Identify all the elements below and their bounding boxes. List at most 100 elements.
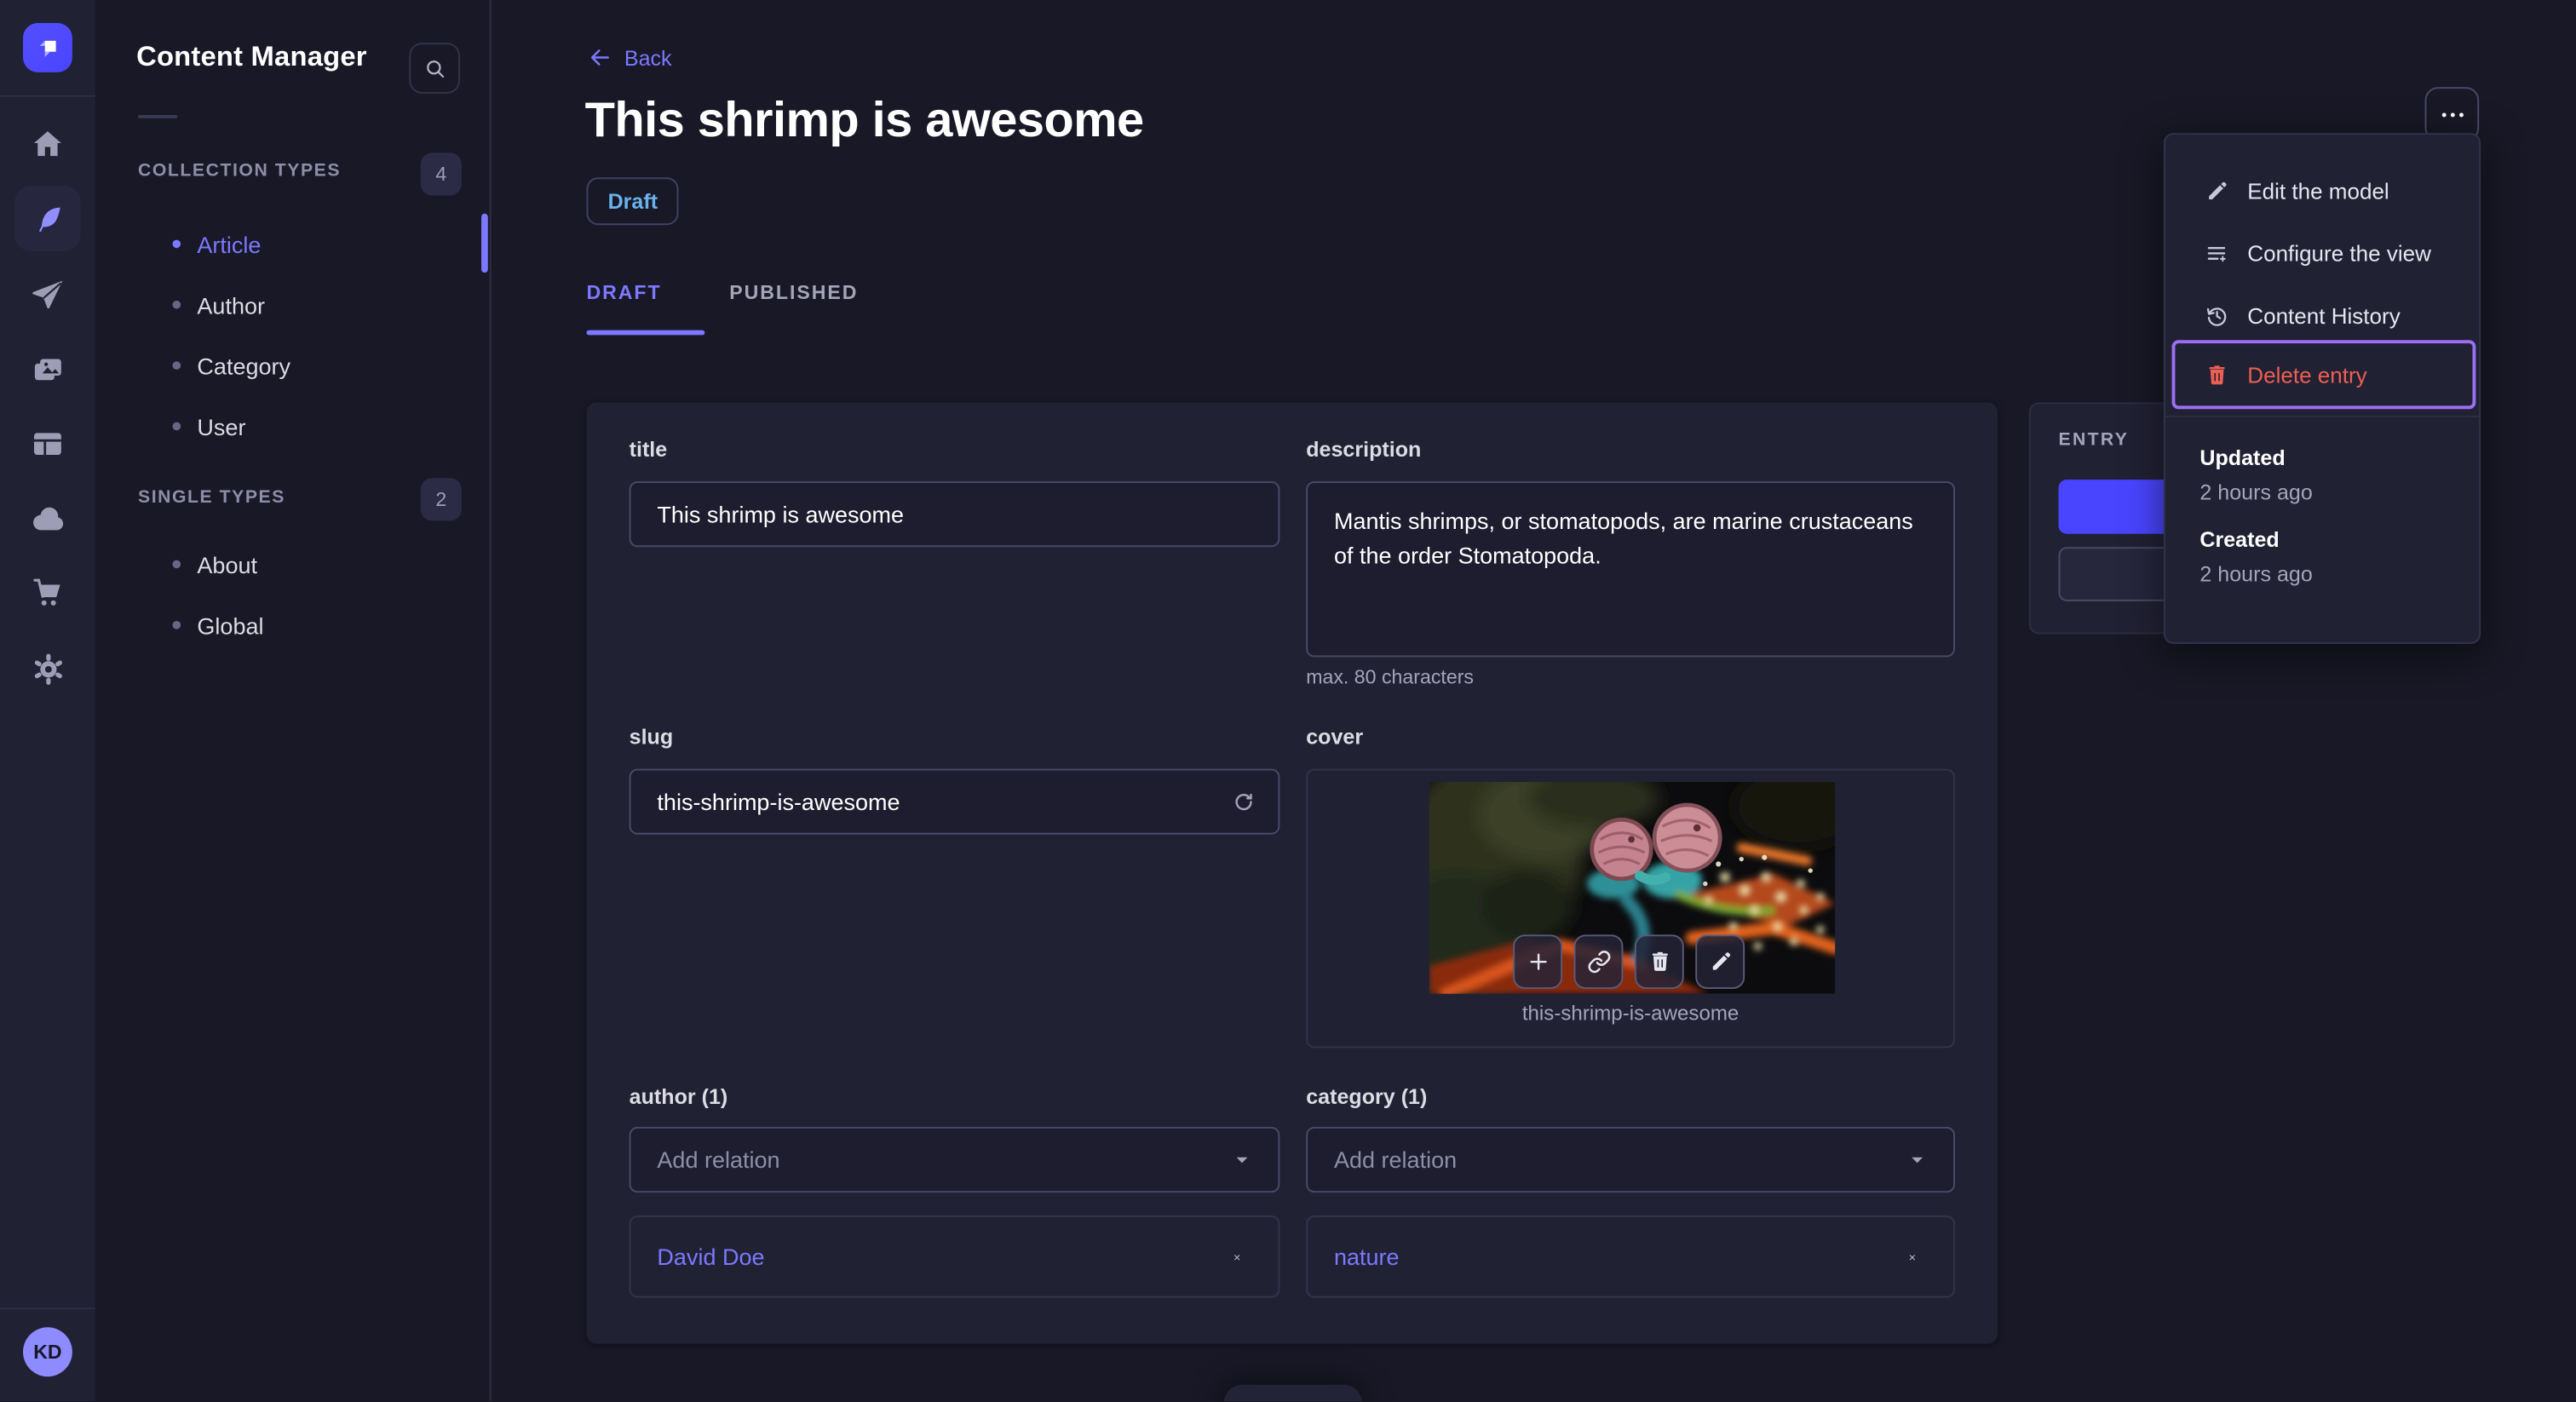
page-title: This shrimp is awesome <box>584 93 1145 148</box>
sidebar-item-label: About <box>197 551 258 577</box>
plus-icon <box>1529 953 1546 970</box>
sidebar-item-label: User <box>197 413 246 440</box>
category-select-placeholder: Add relation <box>1334 1146 1458 1173</box>
status-badge: Draft <box>586 177 680 226</box>
edit-form-card: title This shrimp is awesome description… <box>586 402 1998 1344</box>
author-relation-link[interactable]: David Doe <box>657 1244 764 1270</box>
sidebar-divider <box>138 115 178 118</box>
remove-category-relation-button[interactable] <box>1898 1242 1928 1272</box>
cover-copy-link-button[interactable] <box>1573 934 1624 989</box>
bullet-icon <box>172 560 181 569</box>
author-select-placeholder: Add relation <box>657 1146 780 1173</box>
sidebar-item-author[interactable]: Author <box>95 274 488 335</box>
deploy-cloud-icon[interactable] <box>0 491 95 548</box>
cover-add-button[interactable] <box>1513 934 1563 989</box>
rail-divider <box>0 95 95 97</box>
home-icon[interactable] <box>0 117 95 173</box>
updated-label: Updated <box>2199 445 2286 470</box>
content-manager-feather-icon[interactable] <box>14 185 81 252</box>
chevron-down-icon <box>1904 1146 1930 1173</box>
nav-rail: KD <box>0 0 97 1402</box>
bullet-icon <box>172 361 181 370</box>
slug-input[interactable]: this-shrimp-is-awesome <box>629 768 1280 835</box>
created-value: 2 hours ago <box>2199 561 2313 587</box>
menu-item-content-history[interactable]: Content History <box>2165 284 2482 347</box>
regenerate-slug-icon[interactable] <box>1231 790 1256 814</box>
section-collection-types: COLLECTION TYPES <box>138 161 342 181</box>
avatar[interactable]: KD <box>23 1327 72 1377</box>
back-label: Back <box>624 45 672 70</box>
search-icon <box>426 60 444 78</box>
cover-image[interactable] <box>1429 782 1836 994</box>
delete-entry-focus-ring <box>2171 340 2476 410</box>
rail-bottom-divider <box>0 1307 95 1310</box>
pencil-icon <box>2205 178 2229 203</box>
strapi-logo-icon <box>39 40 56 57</box>
cover-delete-button[interactable] <box>1634 934 1684 989</box>
category-field-label: category (1) <box>1306 1083 1428 1109</box>
sidebar-title: Content Manager <box>136 41 367 72</box>
created-label: Created <box>2199 527 2280 552</box>
remove-author-relation-button[interactable] <box>1222 1242 1252 1272</box>
close-icon <box>1909 1254 1915 1260</box>
slug-field-label: slug <box>629 724 674 750</box>
active-item-indicator <box>481 213 488 273</box>
sidebar-item-article[interactable]: Article <box>95 214 488 274</box>
sidebar-item-label: Author <box>197 291 265 319</box>
cover-caption: this-shrimp-is-awesome <box>1521 1002 1739 1026</box>
bullet-icon <box>172 621 181 629</box>
content-manager-sidebar: Content Manager COLLECTION TYPES 4 Artic… <box>95 0 492 1402</box>
collection-types-count-badge: 4 <box>420 152 462 196</box>
title-input[interactable]: This shrimp is awesome <box>629 481 1280 548</box>
sidebar-item-category[interactable]: Category <box>95 335 488 395</box>
cover-edit-button[interactable] <box>1695 934 1745 989</box>
content-type-builder-icon[interactable] <box>0 416 95 472</box>
sidebar-item-global[interactable]: Global <box>95 595 488 655</box>
menu-item-configure-view[interactable]: Configure the view <box>2165 221 2482 284</box>
description-textarea[interactable]: Mantis shrimps, or stomatopods, are mari… <box>1306 481 1955 658</box>
configure-list-icon <box>2205 241 2229 266</box>
trash-icon <box>1651 951 1667 971</box>
history-clock-icon <box>2205 303 2229 328</box>
link-icon <box>1587 951 1610 974</box>
strapi-logo[interactable] <box>23 23 72 72</box>
bullet-icon <box>172 239 181 249</box>
sidebar-item-user[interactable]: User <box>95 396 488 457</box>
menu-item-label: Configure the view <box>2247 240 2431 266</box>
menu-item-label: Content History <box>2247 302 2401 328</box>
close-icon <box>1234 1254 1240 1260</box>
bullet-icon <box>172 422 181 431</box>
back-arrow-icon <box>590 49 609 66</box>
author-relation-item: David Doe <box>629 1215 1280 1298</box>
sidebar-item-about[interactable]: About <box>95 534 488 595</box>
description-helper-text: max. 80 characters <box>1306 665 1475 689</box>
tab-draft[interactable]: DRAFT <box>587 281 662 304</box>
floating-widget[interactable] <box>1223 1384 1362 1402</box>
cover-field-label: cover <box>1306 724 1364 750</box>
author-field-label: author (1) <box>629 1083 728 1109</box>
category-relation-select[interactable]: Add relation <box>1306 1127 1955 1193</box>
updated-value: 2 hours ago <box>2199 480 2313 505</box>
ellipsis-icon <box>2441 112 2463 117</box>
cover-field: this-shrimp-is-awesome <box>1306 768 1955 1049</box>
active-tab-underline <box>586 330 705 336</box>
media-library-icon[interactable] <box>0 342 95 398</box>
single-types-count-badge: 2 <box>420 478 462 521</box>
menu-item-label: Edit the model <box>2247 178 2389 204</box>
section-single-types: SINGLE TYPES <box>138 487 285 508</box>
description-field-label: description <box>1306 437 1422 462</box>
search-button[interactable] <box>409 43 460 94</box>
category-relation-link[interactable]: nature <box>1334 1244 1400 1270</box>
back-link[interactable]: Back <box>587 44 672 71</box>
author-relation-select[interactable]: Add relation <box>629 1127 1280 1193</box>
menu-item-edit-model[interactable]: Edit the model <box>2165 159 2482 221</box>
marketplace-cart-icon[interactable] <box>0 565 95 621</box>
settings-gear-icon[interactable] <box>0 641 95 697</box>
tab-published[interactable]: PUBLISHED <box>729 281 858 304</box>
entry-panel-title: ENTRY <box>2058 430 2130 451</box>
sidebar-item-label: Global <box>197 612 264 639</box>
releases-plane-icon[interactable] <box>0 267 95 324</box>
chevron-down-icon <box>1229 1146 1256 1173</box>
pencil-icon <box>1711 952 1730 970</box>
menu-divider <box>2165 415 2480 417</box>
